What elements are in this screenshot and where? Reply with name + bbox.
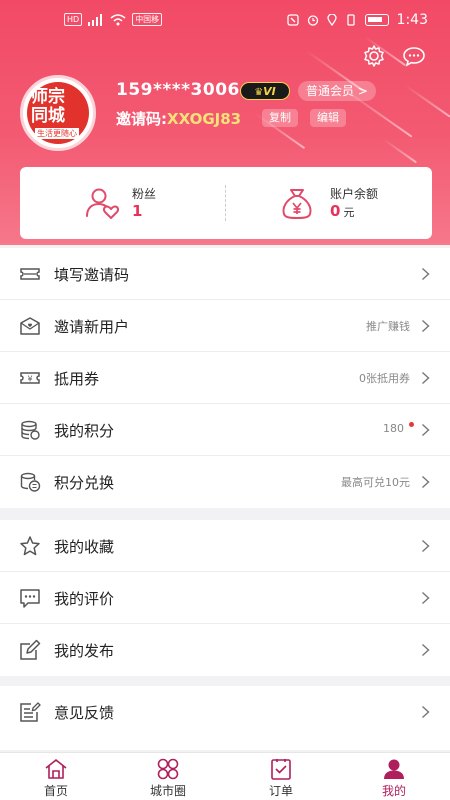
battery-icon	[364, 14, 389, 26]
tab-home[interactable]: 首页	[0, 753, 112, 800]
carrier-indicator: 中国移	[132, 13, 163, 26]
stats-card: 粉丝 1 账户余额 0元	[20, 167, 432, 239]
menu-item-enter-invite-code[interactable]: 填写邀请码	[0, 248, 450, 300]
chevron-right-icon	[422, 423, 430, 437]
tab-mine[interactable]: 我的	[338, 753, 450, 800]
chevron-right-icon	[422, 319, 430, 333]
notification-dot	[409, 422, 414, 427]
menu-group-content: 我的收藏 我的评价 我的发布	[0, 520, 450, 676]
hd-indicator: HD	[64, 13, 83, 26]
location-icon	[326, 14, 337, 26]
status-time: 1:43	[396, 12, 428, 28]
vibrate-icon	[346, 14, 355, 26]
feedback-icon	[20, 702, 41, 722]
wifi-icon	[110, 13, 126, 25]
copy-button[interactable]: 复制	[262, 109, 298, 127]
signal-icon	[88, 13, 103, 26]
balance-value: 0元	[330, 202, 355, 220]
fans-label: 粉丝	[132, 187, 157, 201]
fans-stat[interactable]: 粉丝 1	[20, 167, 226, 239]
menu-group-account: 填写邀请码 邀请新用户 推广赚钱 ¥ 抵用券 0张抵用券 我的积分 180 积分…	[0, 248, 450, 508]
menu-item-vouchers[interactable]: ¥ 抵用券 0张抵用券	[0, 352, 450, 404]
profile-icon	[384, 759, 404, 779]
message-icon[interactable]	[402, 44, 426, 68]
chevron-right-icon	[422, 475, 430, 489]
chevron-right-icon	[422, 371, 430, 385]
chevron-right-icon	[422, 591, 430, 605]
svg-text:¥: ¥	[27, 375, 32, 384]
chevron-right-icon	[422, 267, 430, 281]
fans-value: 1	[132, 202, 143, 220]
edit-icon	[20, 639, 41, 660]
tab-city-circle[interactable]: 城市圈	[112, 753, 224, 800]
menu-item-feedback[interactable]: 意见反馈	[0, 686, 450, 738]
chevron-right-icon	[422, 643, 430, 657]
fans-icon	[86, 188, 120, 219]
menu-group-feedback: 意见反馈	[0, 686, 450, 750]
order-icon	[271, 759, 291, 780]
app-logo[interactable]: 师宗 同城 生活更随心	[20, 75, 96, 151]
ticket-icon	[20, 268, 40, 280]
menu-item-points-exchange[interactable]: 积分兑换 最高可兑10元	[0, 456, 450, 508]
voucher-icon: ¥	[20, 372, 40, 384]
menu-item-invite-users[interactable]: 邀请新用户 推广赚钱	[0, 300, 450, 352]
mail-icon	[20, 317, 40, 335]
home-icon	[45, 759, 67, 779]
status-bar: HD 中国移 1:43	[0, 0, 450, 42]
balance-stat[interactable]: 账户余额 0元	[226, 167, 432, 239]
coins-stack-icon	[21, 420, 40, 440]
menu-item-my-posts[interactable]: 我的发布	[0, 624, 450, 676]
balance-label: 账户余额	[330, 187, 379, 201]
points-value: 180	[383, 422, 404, 435]
alarm-icon	[307, 15, 318, 26]
vip-badge: ♛VI	[240, 82, 290, 100]
bottom-tab-bar: 首页 城市圈 订单 我的	[0, 752, 450, 800]
edit-button[interactable]: 编辑	[310, 109, 346, 127]
star-icon	[20, 536, 40, 556]
menu-item-my-points[interactable]: 我的积分 180	[0, 404, 450, 456]
coin-exchange-icon	[20, 472, 41, 492]
member-level-button[interactable]: 普通会员 >	[298, 81, 376, 101]
nfc-icon	[286, 14, 299, 26]
money-bag-icon	[282, 189, 312, 220]
settings-icon[interactable]	[362, 44, 386, 68]
user-phone: 159****3006	[116, 80, 240, 100]
menu-item-reviews[interactable]: 我的评价	[0, 572, 450, 624]
grid-icon	[157, 758, 179, 780]
menu-item-favorites[interactable]: 我的收藏	[0, 520, 450, 572]
chevron-right-icon	[422, 705, 430, 719]
invite-code-label: 邀请码:XXOGJ83	[116, 110, 242, 128]
chevron-right-icon	[422, 539, 430, 553]
comment-icon	[20, 589, 40, 608]
tab-orders[interactable]: 订单	[225, 753, 337, 800]
invite-code-value: XXOGJ83	[167, 110, 242, 128]
